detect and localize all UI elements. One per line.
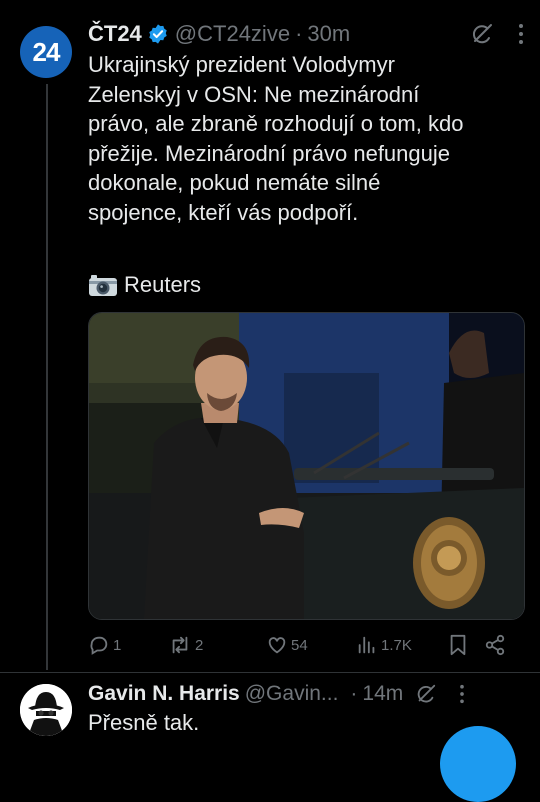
thread-line: [46, 84, 48, 670]
bookmark-icon: [450, 634, 466, 656]
retweet-icon: [172, 636, 188, 654]
verified-badge-icon: [149, 24, 167, 44]
reply-text: Přesně tak.: [88, 710, 200, 735]
views-count: 1.7K: [381, 636, 412, 654]
reply-more-options-icon[interactable]: [459, 684, 465, 704]
more-options-icon[interactable]: [518, 23, 524, 45]
reply-separator-dot: ·: [350, 682, 358, 705]
spy-avatar-image: [20, 684, 72, 736]
like-action[interactable]: 54: [266, 634, 356, 656]
bookmark-action[interactable]: [448, 634, 484, 656]
tweet-header: ČT24 @CT24zive · 30m: [88, 18, 524, 50]
photo-credit: Reuters: [88, 272, 201, 298]
views-action[interactable]: 1.7K: [356, 634, 448, 656]
author-avatar[interactable]: 24: [20, 26, 72, 78]
author-name[interactable]: ČT24: [88, 21, 142, 47]
views-icon: [358, 636, 375, 654]
photo-credit-label: Reuters: [124, 272, 202, 297]
reply-icon: [90, 636, 108, 655]
divider: [0, 672, 540, 673]
reply-author-avatar[interactable]: [20, 684, 72, 736]
compose-button[interactable]: [440, 726, 516, 802]
reply-grok-icon[interactable]: [415, 683, 437, 705]
like-count: 54: [291, 636, 308, 654]
photo-image: [89, 313, 524, 619]
tweet-photo[interactable]: [88, 312, 525, 620]
reply-author-name[interactable]: Gavin N. Harris: [88, 682, 240, 706]
reply-author-handle[interactable]: @Gavin...: [245, 682, 339, 706]
share-action[interactable]: [484, 634, 506, 656]
tweet-text: Ukrajinský prezident Volodymyr Zelenskyj…: [88, 52, 464, 225]
reply-action[interactable]: 1: [88, 634, 168, 656]
separator-dot: ·: [295, 21, 303, 46]
author-handle[interactable]: @CT24zive: [175, 21, 290, 47]
reply-count: 1: [113, 636, 122, 654]
tweet-time[interactable]: 30m: [307, 21, 350, 47]
share-icon: [485, 634, 505, 656]
avatar-label: 24: [32, 36, 61, 67]
reply-header: Gavin N. Harris @Gavin... · 14m: [88, 680, 524, 708]
retweet-count: 2: [195, 636, 204, 654]
retweet-action[interactable]: 2: [168, 634, 266, 656]
heart-icon: [268, 637, 286, 654]
grok-icon[interactable]: [470, 22, 494, 46]
reply-time[interactable]: 14m: [362, 682, 403, 706]
camera-icon: [89, 275, 117, 296]
tweet-actions: 1 2 54 1.7K: [88, 630, 518, 660]
